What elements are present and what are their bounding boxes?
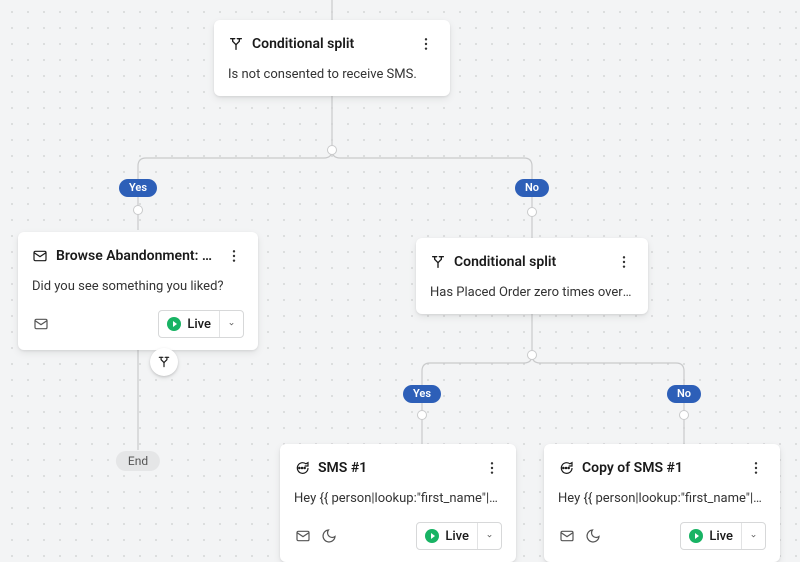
status-dropdown[interactable]: Live [416, 522, 502, 550]
card-menu-button[interactable] [482, 456, 502, 480]
branch-junction-node[interactable] [150, 348, 178, 376]
card-description: Hey {{ person|lookup:"first_name"|defaul… [558, 490, 766, 508]
status-dropdown[interactable]: Live [680, 522, 766, 550]
email-outline-icon [32, 315, 50, 333]
card-title: Copy of SMS #1 [582, 460, 738, 476]
status-label: Live [187, 317, 211, 332]
chevron-down-icon [219, 311, 235, 337]
card-menu-button[interactable] [224, 244, 244, 268]
email-action-card[interactable]: Browse Abandonment: Email… Did you see s… [18, 232, 258, 350]
status-play-icon [689, 529, 703, 543]
card-menu-button[interactable] [416, 32, 436, 56]
moon-icon [320, 527, 338, 545]
status-play-icon [167, 317, 181, 331]
conditional-split-card[interactable]: Conditional split Has Placed Order zero … [416, 238, 648, 314]
branch-no-badge: No [667, 385, 701, 403]
end-node: End [116, 451, 160, 471]
card-title: Browse Abandonment: Email… [56, 248, 216, 264]
card-description: Has Placed Order zero times over all tim… [430, 284, 634, 302]
card-title: SMS #1 [318, 460, 474, 476]
branch-yes-badge: Yes [403, 385, 441, 403]
card-description: Hey {{ person|lookup:"first_name"|defaul… [294, 490, 502, 508]
card-title: Conditional split [252, 36, 408, 52]
email-icon [32, 248, 48, 264]
status-dropdown[interactable]: Live [158, 310, 244, 338]
sms-icon [294, 460, 310, 476]
status-play-icon [425, 529, 439, 543]
email-outline-icon [558, 527, 576, 545]
branch-no-badge: No [515, 179, 549, 197]
card-title: Conditional split [454, 254, 606, 270]
sms-action-card[interactable]: SMS #1 Hey {{ person|lookup:"first_name"… [280, 444, 516, 562]
card-menu-button[interactable] [746, 456, 766, 480]
split-icon [430, 254, 446, 270]
card-menu-button[interactable] [614, 250, 634, 274]
chevron-down-icon [477, 523, 493, 549]
card-description: Did you see something you liked? [32, 278, 244, 296]
chevron-down-icon [741, 523, 757, 549]
status-label: Live [445, 529, 469, 544]
sms-action-card[interactable]: Copy of SMS #1 Hey {{ person|lookup:"fir… [544, 444, 780, 562]
conditional-split-card[interactable]: Conditional split Is not consented to re… [214, 20, 450, 96]
email-outline-icon [294, 527, 312, 545]
status-label: Live [709, 529, 733, 544]
moon-icon [584, 527, 602, 545]
sms-icon [558, 460, 574, 476]
branch-yes-badge: Yes [119, 179, 157, 197]
card-description: Is not consented to receive SMS. [228, 66, 436, 84]
split-icon [228, 36, 244, 52]
